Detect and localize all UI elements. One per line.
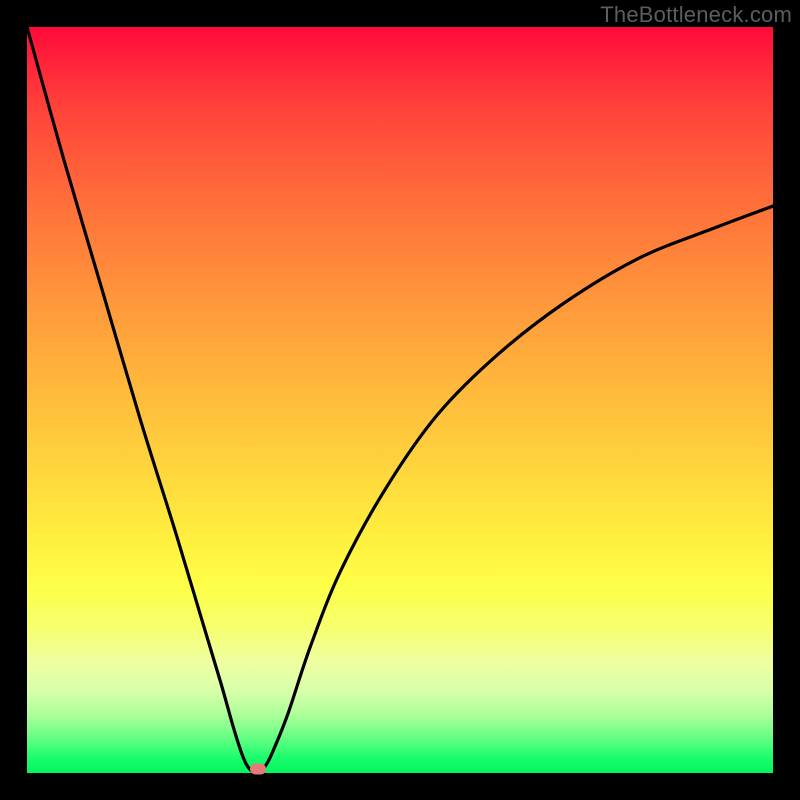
chart-frame: TheBottleneck.com xyxy=(0,0,800,800)
bottleneck-curve xyxy=(27,27,773,773)
watermark-text: TheBottleneck.com xyxy=(600,2,792,28)
plot-area xyxy=(27,27,773,773)
optimal-point-marker xyxy=(250,764,266,775)
